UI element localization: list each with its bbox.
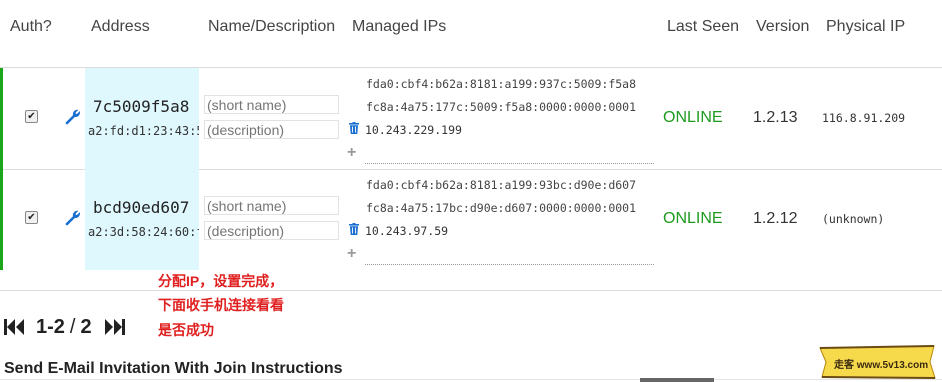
header-name-description: Name/Description xyxy=(208,18,336,35)
annotation-line: 分配IP，设置完成， xyxy=(158,273,284,289)
short-name-input[interactable] xyxy=(204,95,339,114)
member-mac: a2:3d:58:24:60:f3 xyxy=(88,225,199,239)
description-input[interactable] xyxy=(204,221,339,240)
ipv6-address: fda0:cbf4:b62a:8181:a199:937c:5009:f5a8 xyxy=(366,77,637,91)
auth-checkbox[interactable]: ✔ xyxy=(25,211,38,224)
trash-icon[interactable] xyxy=(349,223,359,235)
watermark-text: 走客 www.5v13.com xyxy=(834,360,929,371)
ipv4-address: 10.243.229.199 xyxy=(365,123,462,137)
table-row: ✔ 7c5009f5a8 a2:fd:d1:23:43:5c fda0:cbf4… xyxy=(0,68,942,169)
watermark-logo: 走客 www.5v13.com xyxy=(818,344,936,380)
status-online: ONLINE xyxy=(663,210,723,227)
page-separator: / xyxy=(69,315,76,338)
ipv6-address: fda0:cbf4:b62a:8181:a199:93bc:d90e:d607 xyxy=(366,178,637,192)
status-online: ONLINE xyxy=(663,109,723,126)
header-auth: Auth? xyxy=(10,18,52,35)
wrench-icon[interactable] xyxy=(64,209,82,227)
member-address: 7c5009f5a8 xyxy=(93,97,190,116)
member-address: bcd90ed607 xyxy=(93,198,190,217)
button-edge xyxy=(640,378,714,382)
authorized-indicator xyxy=(0,169,3,270)
physical-ip: (unknown) xyxy=(822,212,885,226)
address-cell: 7c5009f5a8 a2:fd:d1:23:43:5c xyxy=(85,68,199,169)
trash-icon[interactable] xyxy=(349,122,359,134)
header-physical-ip: Physical IP xyxy=(826,18,906,35)
header-address: Address xyxy=(91,18,150,35)
authorized-indicator xyxy=(0,68,3,169)
add-ip-icon[interactable]: + xyxy=(347,246,356,262)
header-version: Version xyxy=(756,18,810,35)
page-range: 1-2 xyxy=(36,315,65,338)
table-row: ✔ bcd90ed607 a2:3d:58:24:60:f3 fda0:cbf4… xyxy=(0,169,942,270)
prev-page-icon[interactable] xyxy=(4,318,26,336)
ipv6-address: fc8a:4a75:177c:5009:f5a8:0000:0000:0001 xyxy=(366,100,637,114)
next-page-icon[interactable] xyxy=(103,318,125,336)
header-last-seen: Last Seen xyxy=(667,18,740,35)
member-mac: a2:fd:d1:23:43:5c xyxy=(88,124,199,138)
description-input[interactable] xyxy=(204,120,339,139)
add-ip-field[interactable] xyxy=(365,264,654,265)
annotation-line: 下面收手机连接看看 xyxy=(158,297,284,313)
add-ip-icon[interactable]: + xyxy=(347,145,356,161)
physical-ip: 116.8.91.209 xyxy=(822,111,906,125)
add-ip-field[interactable] xyxy=(365,163,654,164)
ipv4-address: 10.243.97.59 xyxy=(365,224,449,238)
annotation-line: 是否成功 xyxy=(158,322,214,338)
member-version: 1.2.13 xyxy=(753,109,798,126)
short-name-input[interactable] xyxy=(204,196,339,215)
wrench-icon[interactable] xyxy=(64,108,82,126)
page-total: 2 xyxy=(80,315,92,338)
header-managed-ips: Managed IPs xyxy=(352,18,447,35)
table-bottom-divider xyxy=(0,290,942,291)
pagination: 1-2 / 2 xyxy=(4,316,125,338)
member-version: 1.2.12 xyxy=(753,210,798,227)
address-cell: bcd90ed607 a2:3d:58:24:60:f3 xyxy=(85,169,199,270)
invite-divider xyxy=(0,379,942,380)
auth-checkbox[interactable]: ✔ xyxy=(25,110,38,123)
ipv6-address: fc8a:4a75:17bc:d90e:d607:0000:0000:0001 xyxy=(366,201,637,215)
invite-section-title: Send E-Mail Invitation With Join Instruc… xyxy=(4,360,343,377)
